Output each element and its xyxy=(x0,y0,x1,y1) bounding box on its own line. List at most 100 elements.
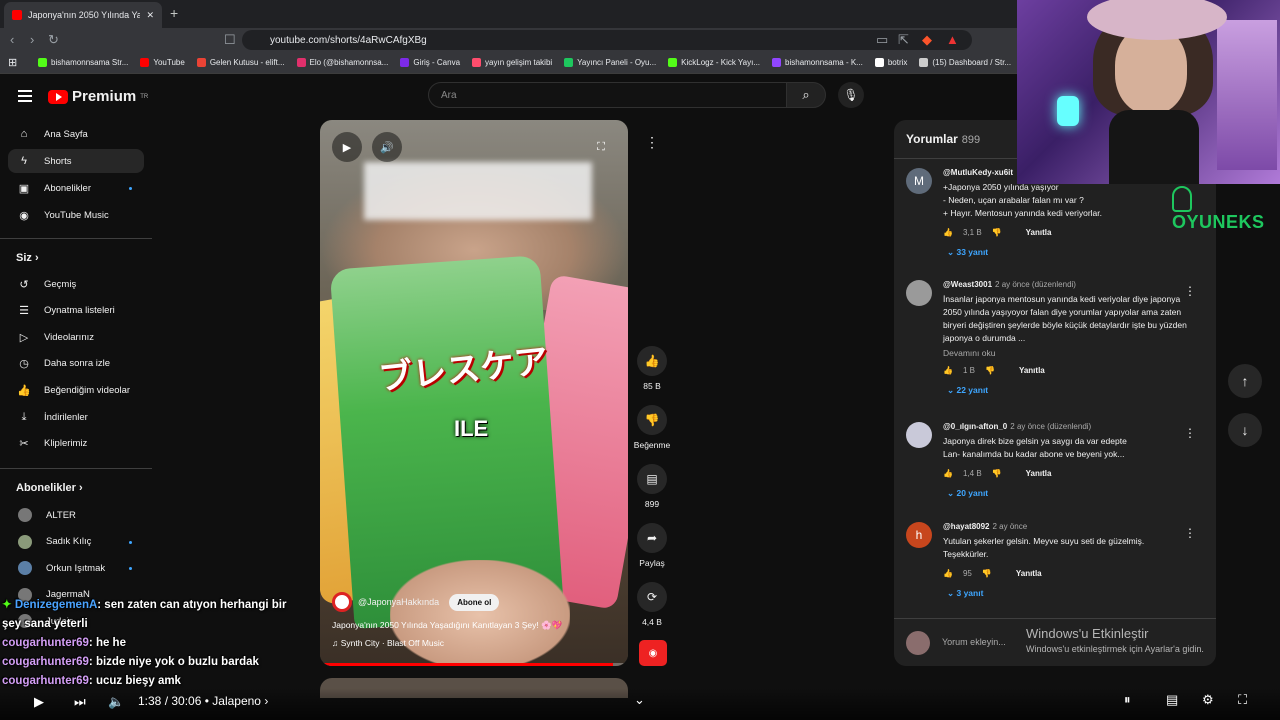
replies-toggle[interactable]: ⌄ 3 yanıt xyxy=(947,588,1193,599)
fullscreen-icon[interactable]: ⛶ xyxy=(1238,692,1247,708)
sound-source-thumbnail[interactable]: ◉ xyxy=(639,640,667,666)
sidebar-item-subscription[interactable]: ALTER xyxy=(8,503,144,527)
autoplay-toggle-icon[interactable]: ⏸ xyxy=(1124,692,1131,708)
next-short-button[interactable]: ↓ xyxy=(1228,413,1262,447)
avatar[interactable] xyxy=(906,422,932,448)
replies-toggle[interactable]: ⌄ 20 yanıt xyxy=(947,488,1193,499)
microphone-icon[interactable]: 🎙 xyxy=(838,82,864,108)
bookmark-icon[interactable]: ☐ xyxy=(224,32,236,48)
bookmark-item[interactable]: Elo (@bishamonnsa... xyxy=(296,58,388,67)
short-video-player[interactable]: ブレスケア ILE ▶ 🔊 ⛶ @JaponyaHakkında Abone o… xyxy=(320,120,628,666)
reply-button[interactable]: Yanıtla xyxy=(1016,569,1042,578)
comments-button[interactable]: ▤ 899 xyxy=(632,464,672,509)
channel-name[interactable]: @JaponyaHakkında xyxy=(358,597,439,607)
avatar[interactable]: M xyxy=(906,168,932,194)
more-options-icon[interactable]: ⋮ xyxy=(1184,284,1196,298)
progress-bar[interactable] xyxy=(320,663,628,666)
like-comment-icon[interactable]: 👍 xyxy=(943,366,953,375)
extension-icon[interactable]: ▲ xyxy=(946,32,959,47)
close-tab-icon[interactable]: ✕ xyxy=(146,10,154,21)
subscriptions-heading[interactable]: Abonelikler › xyxy=(16,482,83,494)
you-heading[interactable]: Siz › xyxy=(16,252,39,264)
subscribe-button[interactable]: Abone ol xyxy=(449,593,500,611)
volume-icon[interactable]: 🔈 xyxy=(108,694,124,710)
comment-author[interactable]: @Weast3001 2 ay önce (düzenlendi) xyxy=(943,280,1193,289)
play-icon[interactable]: ▶ xyxy=(34,694,44,710)
chevron-down-icon[interactable]: ⌄ xyxy=(634,692,645,708)
bookmark-item[interactable]: YouTube xyxy=(140,58,185,67)
dislike-button[interactable]: 👎 Beğenme xyxy=(632,405,672,450)
short-title[interactable]: Japonya'nın 2050 Yılında Yaşadığını Kanı… xyxy=(332,620,562,631)
previous-short-button[interactable]: ↑ xyxy=(1228,364,1262,398)
brave-shield-icon[interactable]: ◆ xyxy=(922,32,932,48)
reply-button[interactable]: Yanıtla xyxy=(1026,228,1052,237)
sidebar-item-history[interactable]: ↺ Geçmiş xyxy=(8,272,144,296)
sidebar-item-subscription[interactable]: Sadık Kılıç xyxy=(8,530,144,554)
share-icon[interactable]: ⇱ xyxy=(898,32,909,48)
like-comment-icon[interactable]: 👍 xyxy=(943,469,953,478)
dislike-comment-icon[interactable]: 👎 xyxy=(992,228,1002,237)
like-comment-icon[interactable]: 👍 xyxy=(943,228,953,237)
bookmark-item[interactable]: bishamonnsama Str... xyxy=(38,58,128,67)
fullscreen-icon[interactable]: ⛶ xyxy=(586,132,616,162)
sidebar-item-video[interactable]: ▷ Videolarınız xyxy=(8,325,144,349)
next-icon[interactable]: ⏭ xyxy=(74,694,86,710)
bookmark-item[interactable]: Gelen Kutusu - elift... xyxy=(196,58,285,67)
add-comment-input[interactable]: Yorum ekleyin... xyxy=(942,637,1006,647)
back-icon[interactable]: ‹ xyxy=(10,32,14,47)
plus-icon[interactable]: + xyxy=(170,5,178,21)
sidebar-item-abonelikler[interactable]: ▣ Abonelikler xyxy=(8,176,144,200)
share-button[interactable]: ➦ Paylaş xyxy=(632,523,672,568)
reply-button[interactable]: Yanıtla xyxy=(1019,366,1045,375)
sidebar-item-clock[interactable]: ◷ Daha sonra izle xyxy=(8,352,144,376)
more-options-icon[interactable]: ⋮ xyxy=(1184,526,1196,540)
comment-username[interactable]: @MutluKedy-xu6it xyxy=(943,168,1013,177)
dislike-comment-icon[interactable]: 👎 xyxy=(985,366,995,375)
subtitles-icon[interactable]: ▤ xyxy=(1166,692,1178,708)
sidebar-item-playlist[interactable]: ☰ Oynatma listeleri xyxy=(8,299,144,323)
bookmark-item[interactable]: (15) Dashboard / Str... xyxy=(919,58,1011,67)
apps-grid-icon[interactable]: ⊞ xyxy=(8,56,17,69)
play-icon[interactable]: ▶ xyxy=(332,132,362,162)
sidebar-item-download[interactable]: ⤓ İndirilenler xyxy=(8,405,144,429)
search-input[interactable]: Ara xyxy=(428,82,788,108)
replies-toggle[interactable]: ⌄ 22 yanıt xyxy=(947,385,1193,396)
remix-button[interactable]: ⟳ 4,4 B xyxy=(632,582,672,627)
more-options-icon[interactable]: ⋮ xyxy=(1184,426,1196,440)
sidebar-item-youtube-music[interactable]: ◉ YouTube Music xyxy=(8,203,144,227)
bookmark-item[interactable]: Giriş - Canva xyxy=(400,58,460,67)
reply-button[interactable]: Yanıtla xyxy=(1026,469,1052,478)
comment-author[interactable]: @hayat8092 2 ay önce xyxy=(943,522,1193,531)
sidebar-item-scissors[interactable]: ✂ Kliplerimiz xyxy=(8,432,144,456)
youtube-logo[interactable]: Premium TR xyxy=(48,88,148,105)
comment-username[interactable]: @0_ılgın-afton_0 xyxy=(943,422,1007,431)
bookmark-item[interactable]: botrix xyxy=(874,58,907,67)
menu-icon[interactable] xyxy=(18,90,32,102)
sidebar-item-like[interactable]: 👍 Beğendiğim videolar xyxy=(8,378,144,402)
sidebar-item-ana-sayfa[interactable]: ⌂ Ana Sayfa xyxy=(8,122,144,146)
forward-icon[interactable]: › xyxy=(30,32,34,47)
like-button[interactable]: 👍 85 B xyxy=(632,346,672,391)
sidebar-item-subscription[interactable]: Orkun Işıtmak xyxy=(8,556,144,580)
comment-username[interactable]: @hayat8092 xyxy=(943,522,990,531)
reload-icon[interactable]: ↻ xyxy=(48,32,59,48)
bookmark-item[interactable]: KickLogz - Kick Yayı... xyxy=(668,58,760,67)
avatar[interactable] xyxy=(906,280,932,306)
settings-icon[interactable]: ⚙ xyxy=(1202,692,1214,708)
channel-avatar[interactable] xyxy=(332,592,352,612)
read-more-link[interactable]: Devamını oku xyxy=(943,348,1193,358)
like-comment-icon[interactable]: 👍 xyxy=(943,569,953,578)
dislike-comment-icon[interactable]: 👎 xyxy=(982,569,992,578)
search-icon[interactable]: ⌕ xyxy=(786,82,826,108)
music-label[interactable]: ♫ Synth City · Blast Off Music xyxy=(332,638,444,648)
comment-username[interactable]: @Weast3001 xyxy=(943,280,992,289)
bookmark-item[interactable]: bishamonnsama - K... xyxy=(772,58,863,67)
bookmark-item[interactable]: yayın gelişim takibi xyxy=(472,58,552,67)
browser-tab[interactable]: Japonya'nın 2050 Yılında Yaşadı ✕ xyxy=(4,2,162,28)
comment-author[interactable]: @0_ılgın-afton_0 2 ay önce (düzenlendi) xyxy=(943,422,1193,431)
bookmark-item[interactable]: Yayıncı Paneli - Oyu... xyxy=(564,58,656,67)
cast-icon[interactable]: ▭ xyxy=(876,32,888,48)
more-options-icon[interactable]: ⋮ xyxy=(640,134,664,158)
replies-toggle[interactable]: ⌄ 33 yanıt xyxy=(947,247,1193,258)
avatar[interactable]: h xyxy=(906,522,932,548)
